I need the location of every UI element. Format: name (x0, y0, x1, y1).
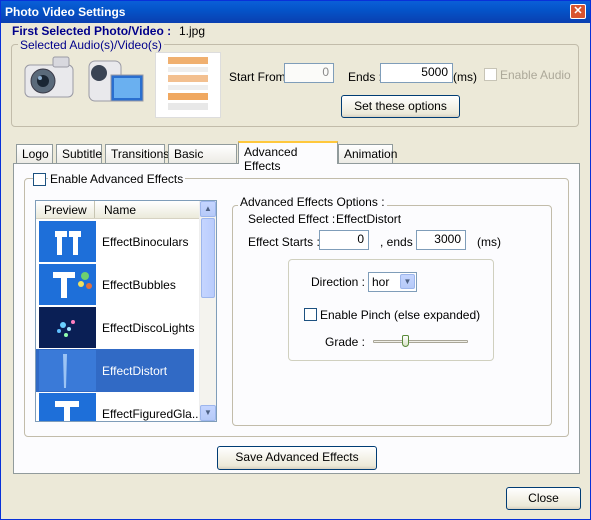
tab-logo[interactable]: Logo (16, 144, 53, 163)
close-icon[interactable]: ✕ (570, 4, 586, 19)
grade-slider-track[interactable] (373, 340, 468, 343)
enable-pinch-checkbox[interactable] (304, 308, 317, 321)
effects-list-scrollbar[interactable]: ▲ ▼ (199, 201, 216, 421)
effect-preview-thumbnail (39, 393, 96, 421)
tab-basic-effects[interactable]: Basic Effects (168, 144, 237, 175)
scrollbar-thumb[interactable] (201, 218, 215, 298)
enable-pinch-label: Enable Pinch (else expanded) (320, 308, 481, 322)
enable-audio-checkbox[interactable] (484, 68, 497, 81)
ends-input[interactable]: 5000 (380, 63, 453, 83)
effect-name: EffectFiguredGla... (102, 407, 202, 421)
grade-slider-thumb[interactable] (402, 335, 410, 347)
title-bar: Photo Video Settings ✕ (1, 1, 590, 23)
direction-select[interactable]: hor ▼ (368, 272, 417, 292)
effect-preview-thumbnail (39, 221, 96, 262)
start-from-label: Start From : (229, 70, 293, 84)
tab-subtitle[interactable]: Subtitle (56, 144, 102, 163)
grade-label: Grade : (325, 335, 366, 349)
scroll-up-icon[interactable]: ▲ (200, 201, 216, 217)
chevron-down-icon[interactable]: ▼ (400, 274, 415, 289)
list-item[interactable]: EffectBinoculars (36, 220, 194, 263)
selected-effect-label: Selected Effect : (248, 212, 336, 226)
effect-name: EffectBinoculars (102, 235, 189, 249)
camcorder-icon (87, 53, 145, 107)
close-button[interactable]: Close (506, 487, 581, 510)
first-selected-label: First Selected Photo/Video : (12, 24, 172, 38)
preview-column-header[interactable]: Preview (44, 203, 87, 217)
effect-ends-unit: (ms) (477, 235, 501, 249)
enable-advanced-effects-checkbox[interactable] (33, 173, 46, 186)
photo-video-settings-window: Photo Video Settings ✕ First Selected Ph… (0, 0, 591, 520)
start-from-input[interactable]: 0 (284, 63, 334, 83)
selected-effect-value: EffectDistort (336, 212, 402, 226)
effect-ends-label: , ends : (380, 235, 420, 249)
enable-audio-label: Enable Audio (500, 68, 571, 82)
list-item[interactable]: EffectFiguredGla... (36, 392, 202, 421)
column-divider (94, 201, 95, 218)
first-selected-value: 1.jpg (179, 24, 206, 38)
effect-name: EffectDiscoLights (102, 321, 195, 335)
advanced-effects-panel: Enable Advanced Effects Preview Name Eff… (13, 163, 580, 474)
effect-name: EffectDistort (102, 364, 168, 378)
document-thumbnail-icon (155, 52, 221, 118)
list-item[interactable]: EffectDiscoLights (36, 306, 195, 349)
effect-preview-thumbnail (39, 350, 96, 391)
save-advanced-effects-button[interactable]: Save Advanced Effects (217, 446, 377, 470)
window-title: Photo Video Settings (5, 5, 126, 19)
effects-list[interactable]: Preview Name EffectBinoculars EffectBubb… (35, 200, 217, 422)
selected-media-group-label: Selected Audio(s)/Video(s) (18, 38, 164, 52)
effect-starts-label: Effect Starts : (248, 235, 320, 249)
list-header: Preview Name (36, 201, 200, 219)
effect-name: EffectBubbles (102, 278, 176, 292)
effect-starts-input[interactable]: 0 (319, 230, 369, 250)
direction-label: Direction : (311, 275, 366, 289)
tab-animation[interactable]: Animation (338, 144, 397, 163)
list-item[interactable]: EffectBubbles (36, 263, 194, 306)
ends-label: Ends : (348, 70, 383, 84)
tab-advanced-effects[interactable]: Advanced Effects (238, 141, 338, 173)
effect-preview-thumbnail (39, 307, 96, 348)
ends-unit: (ms) (453, 70, 477, 84)
enable-advanced-effects-label: Enable Advanced Effects (48, 172, 186, 186)
list-item[interactable]: EffectDistort (36, 349, 194, 392)
direction-value: hor (372, 275, 390, 289)
name-column-header[interactable]: Name (104, 203, 136, 217)
effect-preview-thumbnail (39, 264, 96, 305)
effect-ends-input[interactable]: 3000 (416, 230, 466, 250)
scroll-down-icon[interactable]: ▼ (200, 405, 216, 421)
tab-transitions[interactable]: Transitions (105, 144, 169, 163)
advanced-options-title: Advanced Effects Options : (238, 195, 387, 209)
set-options-button[interactable]: Set these options (341, 95, 460, 118)
camera-icon (23, 53, 78, 101)
